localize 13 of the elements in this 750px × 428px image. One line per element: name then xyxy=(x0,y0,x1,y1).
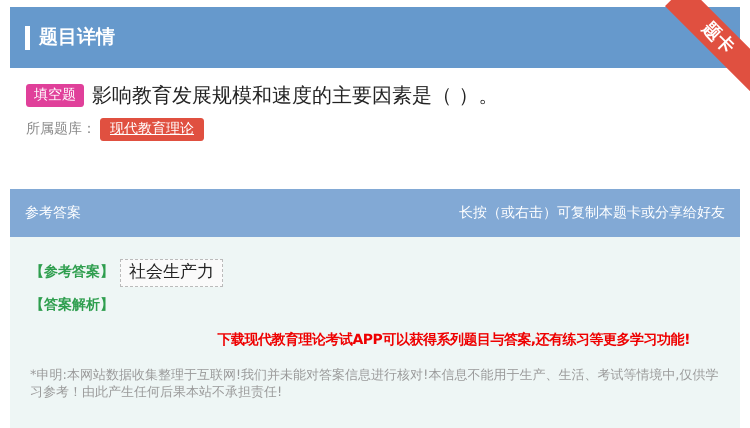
answer-value: 社会生产力 xyxy=(120,259,223,286)
question-text: 影响教育发展规模和速度的主要因素是（ ）。 xyxy=(92,82,498,109)
share-hint: 长按（或右击）可复制本题卡或分享给好友 xyxy=(459,204,725,222)
library-tag[interactable]: 现代教育理论 xyxy=(100,118,204,141)
answer-header-title: 参考答案 xyxy=(25,204,81,222)
disclaimer-text: *申明:本网站数据收集整理于互联网!我们并未能对答案信息进行核对!本信息不能用于生产、生活、考试等情境中,仅供学习参考！由此产生任何后果本站不承担责任! xyxy=(30,366,720,402)
page-title: 题目详情 xyxy=(39,25,115,50)
analysis-label: 【答案解析】 xyxy=(30,296,115,314)
answer-label: 【参考答案】 xyxy=(30,262,114,282)
question-type-tag: 填空题 xyxy=(26,84,84,106)
promo-text: 下载现代教育理论考试APP可以获得系列题目与答案,还有练习等更多学习功能! xyxy=(216,330,691,350)
title-accent-bar xyxy=(25,26,30,50)
library-label: 所属题库： xyxy=(26,120,96,139)
